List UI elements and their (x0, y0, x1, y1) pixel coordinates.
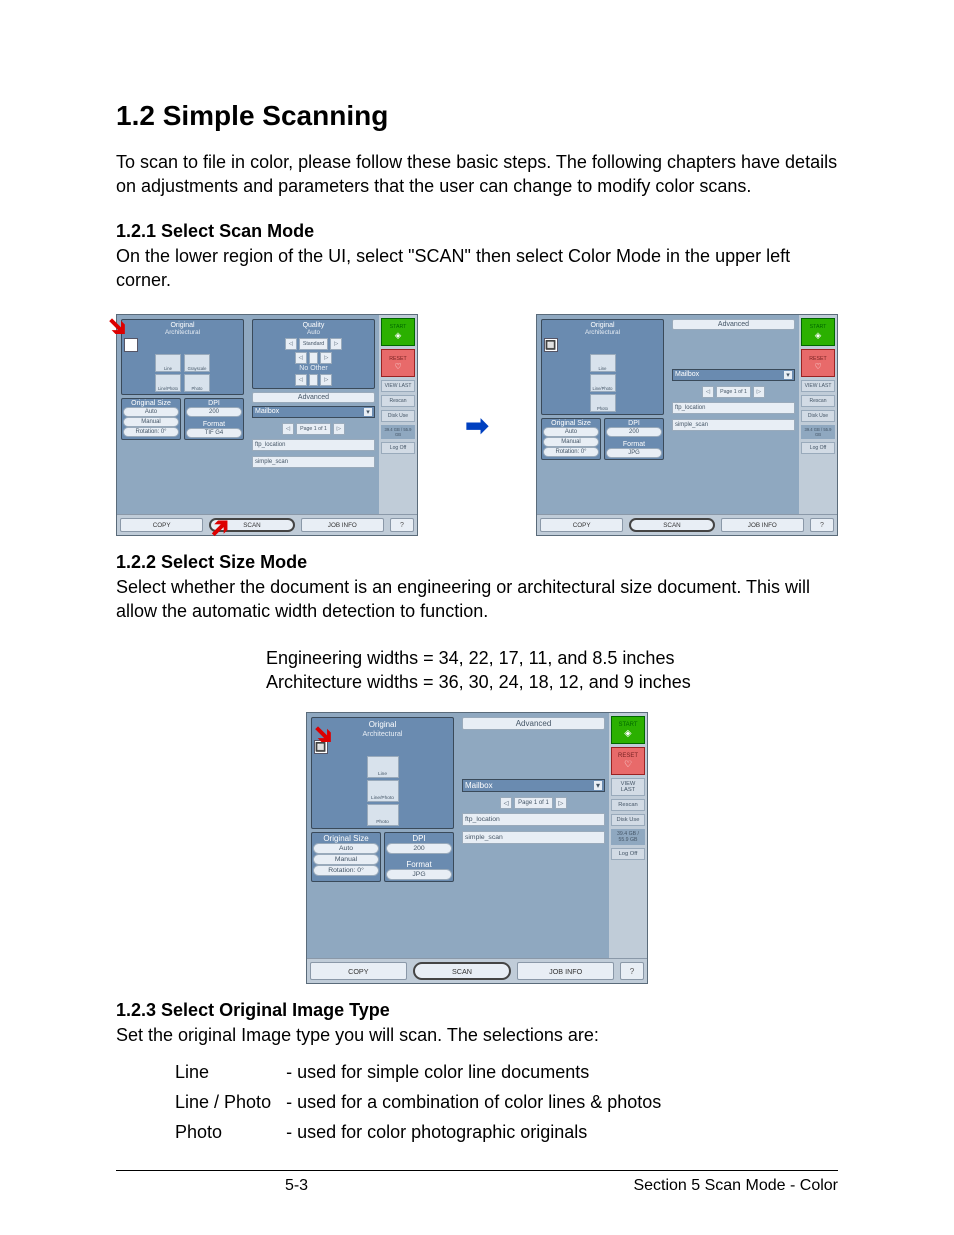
thumb-photo[interactable]: Photo (367, 804, 399, 826)
thumb-linephoto[interactable]: Line/Photo (367, 780, 399, 802)
label-quality-auto: Auto (255, 329, 372, 336)
stepper-left[interactable]: ◁ (285, 338, 297, 350)
label-quality: Quality (255, 322, 372, 329)
reset-button[interactable]: RESET♡ (381, 349, 415, 377)
label-architectural: Architectural (124, 329, 241, 336)
dpi-value[interactable]: 200 (186, 407, 242, 417)
stepper-value: Standard (299, 338, 328, 350)
ui-screenshot-color: Original Architectural 🔲 Line Line/Photo… (536, 314, 838, 536)
copy-tab[interactable]: COPY (120, 518, 203, 532)
help-button[interactable]: ? (390, 518, 414, 532)
viewlast-button[interactable]: VIEW LAST (381, 380, 415, 392)
mode-checkbox-bw[interactable] (124, 338, 138, 352)
start-icon: ◈ (395, 330, 401, 340)
width-listing: Engineering widths = 34, 22, 17, 11, and… (266, 646, 838, 695)
thumb-photo[interactable]: Photo (184, 374, 210, 392)
heading-1-2-1: 1.2.1 Select Scan Mode (116, 221, 838, 242)
logoff-button[interactable]: Log Off (381, 442, 415, 454)
stepper-right[interactable]: ▷ (330, 338, 342, 350)
start-button[interactable]: START◈ (381, 318, 415, 346)
format-value[interactable]: TIF G4 (186, 428, 242, 438)
thumb-line[interactable]: Line (155, 354, 181, 372)
pill-manual[interactable]: Manual (123, 417, 179, 427)
heading-1-2: 1.2 Simple Scanning (116, 100, 838, 132)
p-1-2-3: Set the original Image type you will sca… (116, 1023, 838, 1047)
thumb-line[interactable]: Line (367, 756, 399, 778)
footer-section: Section 5 Scan Mode - Color (477, 1177, 838, 1195)
label-dpi: DPI (208, 400, 220, 407)
list-simplescan[interactable]: simple_scan (252, 456, 375, 468)
p-1-2-2: Select whether the document is an engine… (116, 575, 838, 624)
p-1-2-1: On the lower region of the UI, select "S… (116, 244, 838, 293)
image-type-list: Line- used for simple color line documen… (172, 1056, 664, 1148)
ui-screenshot-bw: ➔ Original Architectural Line Grayscale (116, 314, 418, 536)
arrow-right-icon: ➡ (465, 409, 488, 442)
heading-1-2-3: 1.2.3 Select Original Image Type (116, 1000, 838, 1021)
thumb-linephoto[interactable]: Line/Photo (155, 374, 181, 392)
mode-checkbox-color[interactable]: 🔲 (544, 338, 558, 352)
diskuse-button[interactable]: Disk Use (381, 410, 415, 422)
page-footer: 5-3 Section 5 Scan Mode - Color (116, 1170, 838, 1195)
original-thumbs: Line Grayscale (124, 354, 241, 372)
label-format: Format (186, 421, 242, 428)
label-original: Original (124, 322, 241, 329)
jobinfo-tab[interactable]: JOB INFO (301, 518, 384, 532)
intro-paragraph: To scan to file in color, please follow … (116, 150, 838, 199)
rescan-button[interactable]: Rescan (381, 395, 415, 407)
page-indicator: Page 1 of 1 (296, 423, 331, 435)
advanced-button[interactable]: Advanced (252, 392, 375, 403)
label-original-size: Original Size (131, 400, 171, 407)
pill-auto[interactable]: Auto (123, 407, 179, 417)
label-noother: No Other (255, 365, 372, 372)
scan-tab[interactable]: SCAN (209, 518, 294, 532)
figure-row-121: ➔ Original Architectural Line Grayscale (116, 314, 838, 536)
footer-page: 5-3 (116, 1177, 477, 1195)
ui-screenshot-size: ➔ Original Architectural 🔲 Line Line/Pho… (306, 712, 648, 984)
thumb-grayscale[interactable]: Grayscale (184, 354, 210, 372)
list-ftp[interactable]: ftp_location (252, 439, 375, 451)
heading-1-2-2: 1.2.2 Select Size Mode (116, 552, 838, 573)
pill-rotation[interactable]: Rotation: 0° (123, 427, 179, 437)
reset-icon: ♡ (394, 362, 401, 371)
mailbox-dropdown[interactable]: Mailbox▾ (252, 406, 375, 418)
disk-readout: 39.4 GB / 55.9 GB (381, 425, 415, 439)
